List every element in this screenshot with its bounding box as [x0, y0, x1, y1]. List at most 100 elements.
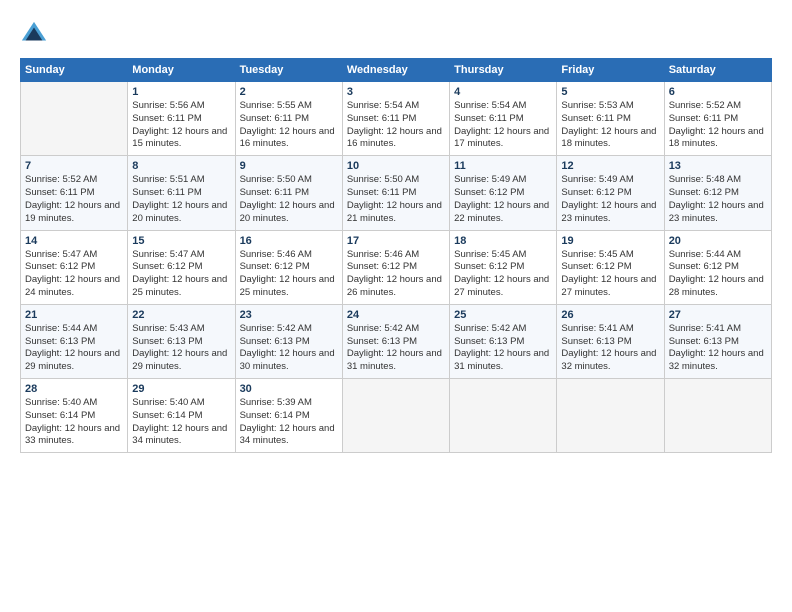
column-header-wednesday: Wednesday	[342, 59, 449, 82]
day-number: 3	[347, 86, 445, 98]
column-header-tuesday: Tuesday	[235, 59, 342, 82]
day-info: Sunrise: 5:50 AMSunset: 6:11 PMDaylight:…	[347, 174, 442, 223]
calendar-cell: 12 Sunrise: 5:49 AMSunset: 6:12 PMDayligh…	[557, 156, 664, 230]
day-info: Sunrise: 5:42 AMSunset: 6:13 PMDaylight:…	[454, 323, 549, 372]
calendar-cell: 14 Sunrise: 5:47 AMSunset: 6:12 PMDayligh…	[21, 230, 128, 304]
calendar-cell: 9 Sunrise: 5:50 AMSunset: 6:11 PMDaylight…	[235, 156, 342, 230]
day-info: Sunrise: 5:42 AMSunset: 6:13 PMDaylight:…	[347, 323, 442, 372]
calendar-cell: 16 Sunrise: 5:46 AMSunset: 6:12 PMDayligh…	[235, 230, 342, 304]
calendar-cell: 29Sunrise: 5:40 AMSunset: 6:14 PMDayligh…	[128, 379, 235, 453]
calendar-cell: 7 Sunrise: 5:52 AMSunset: 6:11 PMDaylight…	[21, 156, 128, 230]
week-row-4: 21 Sunrise: 5:44 AMSunset: 6:13 PMDayligh…	[21, 304, 772, 378]
day-number: 24	[347, 309, 445, 321]
calendar-cell: 24 Sunrise: 5:42 AMSunset: 6:13 PMDayligh…	[342, 304, 449, 378]
day-number: 15	[132, 235, 230, 247]
day-info: Sunrise: 5:49 AMSunset: 6:12 PMDaylight:…	[454, 174, 549, 223]
calendar-cell: 8 Sunrise: 5:51 AMSunset: 6:11 PMDaylight…	[128, 156, 235, 230]
day-number: 17	[347, 235, 445, 247]
day-info: Sunrise: 5:50 AMSunset: 6:11 PMDaylight:…	[240, 174, 335, 223]
day-number: 21	[25, 309, 123, 321]
day-number: 27	[669, 309, 767, 321]
calendar-cell	[664, 379, 771, 453]
day-number: 9	[240, 160, 338, 172]
day-number: 4	[454, 86, 552, 98]
calendar-cell	[450, 379, 557, 453]
day-number: 16	[240, 235, 338, 247]
calendar-cell: 11 Sunrise: 5:49 AMSunset: 6:12 PMDayligh…	[450, 156, 557, 230]
day-info: Sunrise: 5:44 AMSunset: 6:12 PMDaylight:…	[669, 249, 764, 298]
page: SundayMondayTuesdayWednesdayThursdayFrid…	[0, 0, 792, 612]
day-number: 6	[669, 86, 767, 98]
week-row-1: 1Sunrise: 5:56 AMSunset: 6:11 PMDaylight…	[21, 82, 772, 156]
day-number: 12	[561, 160, 659, 172]
calendar-cell: 17 Sunrise: 5:46 AMSunset: 6:12 PMDayligh…	[342, 230, 449, 304]
day-number: 7	[25, 160, 123, 172]
day-info: Sunrise: 5:42 AMSunset: 6:13 PMDaylight:…	[240, 323, 335, 372]
calendar-cell: 4 Sunrise: 5:54 AMSunset: 6:11 PMDaylight…	[450, 82, 557, 156]
calendar-cell: 30 Sunrise: 5:39 AMSunset: 6:14 PMDayligh…	[235, 379, 342, 453]
calendar-cell: 18 Sunrise: 5:45 AMSunset: 6:12 PMDayligh…	[450, 230, 557, 304]
day-number: 23	[240, 309, 338, 321]
calendar-cell: 23 Sunrise: 5:42 AMSunset: 6:13 PMDayligh…	[235, 304, 342, 378]
calendar-table: SundayMondayTuesdayWednesdayThursdayFrid…	[20, 58, 772, 453]
column-headers: SundayMondayTuesdayWednesdayThursdayFrid…	[21, 59, 772, 82]
column-header-monday: Monday	[128, 59, 235, 82]
day-number: 19	[561, 235, 659, 247]
calendar-cell: 28Sunrise: 5:40 AMSunset: 6:14 PMDayligh…	[21, 379, 128, 453]
calendar-cell: 10 Sunrise: 5:50 AMSunset: 6:11 PMDayligh…	[342, 156, 449, 230]
day-number: 1	[132, 86, 230, 98]
calendar-cell: 25 Sunrise: 5:42 AMSunset: 6:13 PMDayligh…	[450, 304, 557, 378]
calendar-cell: 5 Sunrise: 5:53 AMSunset: 6:11 PMDaylight…	[557, 82, 664, 156]
day-info: Sunrise: 5:40 AMSunset: 6:14 PMDaylight:…	[25, 397, 120, 446]
calendar-cell: 1Sunrise: 5:56 AMSunset: 6:11 PMDaylight…	[128, 82, 235, 156]
week-row-5: 28Sunrise: 5:40 AMSunset: 6:14 PMDayligh…	[21, 379, 772, 453]
day-number: 26	[561, 309, 659, 321]
day-info: Sunrise: 5:49 AMSunset: 6:12 PMDaylight:…	[561, 174, 656, 223]
day-info: Sunrise: 5:46 AMSunset: 6:12 PMDaylight:…	[347, 249, 442, 298]
column-header-thursday: Thursday	[450, 59, 557, 82]
day-info: Sunrise: 5:39 AMSunset: 6:14 PMDaylight:…	[240, 397, 335, 446]
column-header-sunday: Sunday	[21, 59, 128, 82]
day-info: Sunrise: 5:52 AMSunset: 6:11 PMDaylight:…	[25, 174, 120, 223]
day-number: 13	[669, 160, 767, 172]
calendar-cell: 19Sunrise: 5:45 AMSunset: 6:12 PMDayligh…	[557, 230, 664, 304]
day-number: 18	[454, 235, 552, 247]
day-info: Sunrise: 5:47 AMSunset: 6:12 PMDaylight:…	[132, 249, 227, 298]
day-number: 5	[561, 86, 659, 98]
calendar-cell: 22Sunrise: 5:43 AMSunset: 6:13 PMDayligh…	[128, 304, 235, 378]
day-number: 30	[240, 383, 338, 395]
day-info: Sunrise: 5:46 AMSunset: 6:12 PMDaylight:…	[240, 249, 335, 298]
calendar-cell: 26Sunrise: 5:41 AMSunset: 6:13 PMDayligh…	[557, 304, 664, 378]
calendar-cell: 21 Sunrise: 5:44 AMSunset: 6:13 PMDayligh…	[21, 304, 128, 378]
calendar-cell	[557, 379, 664, 453]
day-info: Sunrise: 5:55 AMSunset: 6:11 PMDaylight:…	[240, 100, 335, 149]
day-info: Sunrise: 5:45 AMSunset: 6:12 PMDaylight:…	[454, 249, 549, 298]
day-number: 8	[132, 160, 230, 172]
day-info: Sunrise: 5:54 AMSunset: 6:11 PMDaylight:…	[454, 100, 549, 149]
week-row-3: 14 Sunrise: 5:47 AMSunset: 6:12 PMDayligh…	[21, 230, 772, 304]
day-number: 14	[25, 235, 123, 247]
calendar-cell: 15 Sunrise: 5:47 AMSunset: 6:12 PMDayligh…	[128, 230, 235, 304]
day-info: Sunrise: 5:41 AMSunset: 6:13 PMDaylight:…	[669, 323, 764, 372]
day-number: 10	[347, 160, 445, 172]
day-number: 2	[240, 86, 338, 98]
week-row-2: 7 Sunrise: 5:52 AMSunset: 6:11 PMDaylight…	[21, 156, 772, 230]
calendar-cell: 6Sunrise: 5:52 AMSunset: 6:11 PMDaylight…	[664, 82, 771, 156]
column-header-saturday: Saturday	[664, 59, 771, 82]
day-info: Sunrise: 5:53 AMSunset: 6:11 PMDaylight:…	[561, 100, 656, 149]
calendar-cell	[342, 379, 449, 453]
calendar-cell: 20Sunrise: 5:44 AMSunset: 6:12 PMDayligh…	[664, 230, 771, 304]
day-number: 29	[132, 383, 230, 395]
day-number: 22	[132, 309, 230, 321]
day-info: Sunrise: 5:47 AMSunset: 6:12 PMDaylight:…	[25, 249, 120, 298]
day-info: Sunrise: 5:51 AMSunset: 6:11 PMDaylight:…	[132, 174, 227, 223]
day-info: Sunrise: 5:54 AMSunset: 6:11 PMDaylight:…	[347, 100, 442, 149]
calendar-cell: 27 Sunrise: 5:41 AMSunset: 6:13 PMDayligh…	[664, 304, 771, 378]
logo-icon	[20, 20, 48, 48]
calendar-cell	[21, 82, 128, 156]
day-info: Sunrise: 5:44 AMSunset: 6:13 PMDaylight:…	[25, 323, 120, 372]
day-number: 11	[454, 160, 552, 172]
day-number: 25	[454, 309, 552, 321]
header	[20, 20, 772, 48]
logo	[20, 20, 52, 48]
